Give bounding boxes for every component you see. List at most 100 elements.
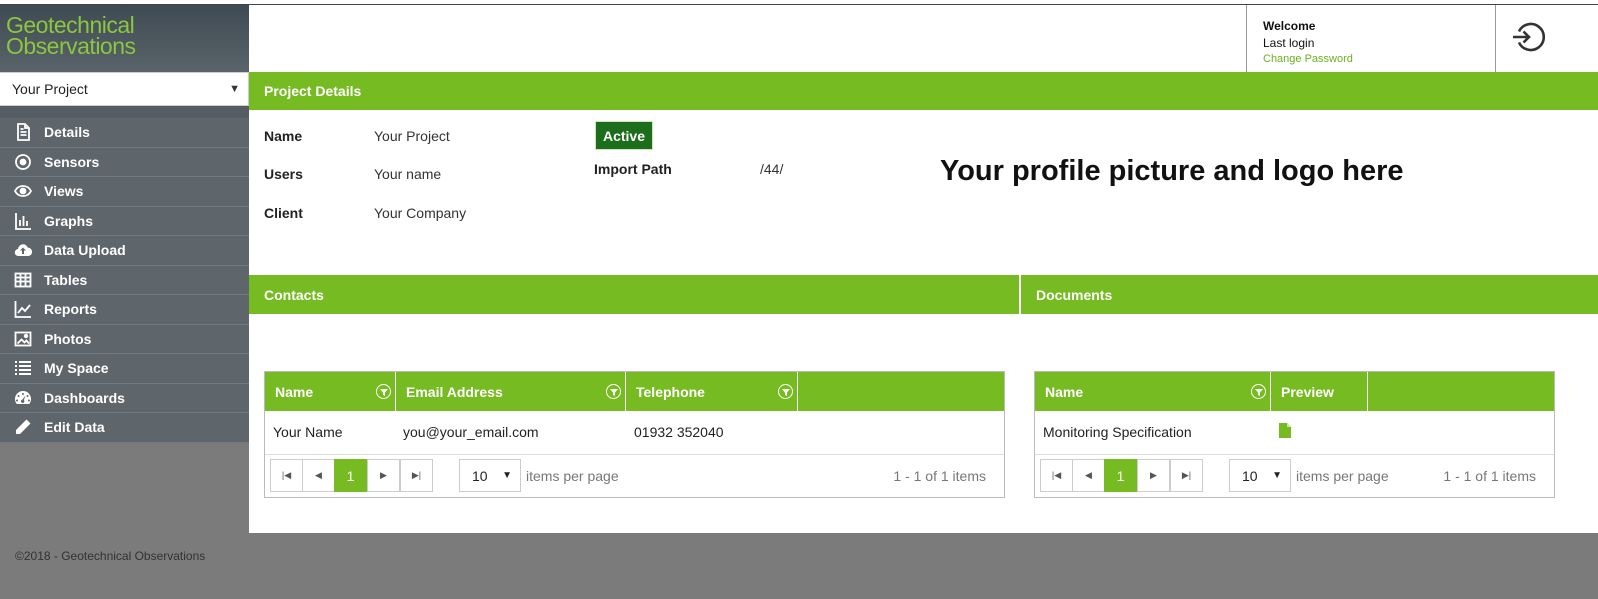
prev-page-button[interactable]: ◀ (302, 459, 335, 492)
prev-page-button[interactable]: ◀ (1072, 459, 1105, 492)
column-header-label: Email Address (406, 383, 503, 400)
name-label: Name (264, 128, 303, 144)
sidebar-item-label: Edit Data (44, 419, 105, 436)
users-value: Your name (374, 166, 442, 182)
contact-name: Your Name (273, 424, 343, 440)
user-info-box: Welcome Last login Change Password (1246, 5, 1496, 72)
sidebar: Geotechnical Observations Your Project ▼… (0, 5, 249, 599)
line-chart-icon (14, 300, 36, 319)
first-page-button[interactable]: |◀ (1040, 459, 1073, 492)
column-header-label: Name (275, 383, 314, 400)
pager-info: 1 - 1 of 1 items (893, 468, 986, 484)
contacts-grid: Name Email Address Telephone Your Name y… (264, 371, 1005, 498)
client-label: Client (264, 205, 303, 221)
chevron-down-icon: ▼ (229, 83, 240, 95)
sidebar-item-edit-data[interactable]: Edit Data (0, 413, 249, 443)
column-header-name[interactable]: Name (1035, 372, 1271, 411)
filter-icon[interactable] (1251, 384, 1266, 399)
sidebar-item-my-space[interactable]: My Space (0, 354, 249, 384)
page-size-select[interactable]: 10 ▼ (1229, 459, 1291, 492)
status-badge: Active (595, 121, 653, 150)
bar-chart-icon (14, 212, 36, 230)
sidebar-item-views[interactable]: Views (0, 177, 249, 207)
documents-grid: Name Preview Monitoring Specification |◀… (1034, 371, 1555, 498)
page-size-select[interactable]: 10 ▼ (459, 459, 521, 492)
next-page-button[interactable]: ▶ (1137, 459, 1170, 492)
file-icon[interactable] (1279, 423, 1291, 438)
last-page-button[interactable]: ▶| (1170, 459, 1203, 492)
page-size-value: 10 (472, 467, 488, 484)
items-per-page-label: items per page (1296, 468, 1389, 484)
sidebar-item-reports[interactable]: Reports (0, 295, 249, 325)
contact-email: you@your_email.com (403, 424, 539, 440)
column-header-empty (798, 372, 1004, 411)
sign-in-icon[interactable] (1509, 19, 1546, 55)
project-details-header: Project Details (249, 72, 1598, 110)
contacts-pager: |◀ ◀ 1 ▶ ▶| 10 ▼ items per page 1 - 1 of… (265, 453, 1004, 497)
table-row[interactable]: Your Name you@your_email.com 01932 35204… (265, 411, 1004, 455)
document-icon (14, 123, 36, 142)
sidebar-item-photos[interactable]: Photos (0, 325, 249, 354)
column-header-preview[interactable]: Preview (1271, 372, 1368, 411)
chevron-down-icon: ▼ (502, 470, 512, 481)
import-path-label: Import Path (594, 161, 672, 177)
column-header-email[interactable]: Email Address (396, 372, 626, 411)
footer-band (249, 533, 1598, 599)
contacts-grid-header: Name Email Address Telephone (265, 372, 1004, 411)
table-row[interactable]: Monitoring Specification (1035, 411, 1554, 455)
sidebar-item-graphs[interactable]: Graphs (0, 207, 249, 236)
list-icon (14, 359, 36, 377)
sidebar-item-label: Sensors (44, 153, 100, 170)
project-select[interactable]: Your Project ▼ (0, 72, 249, 106)
first-page-button[interactable]: |◀ (270, 459, 303, 492)
dashboard-icon (14, 389, 36, 407)
filter-icon[interactable] (606, 384, 621, 399)
page-button[interactable]: 1 (334, 459, 367, 492)
sidebar-item-details[interactable]: Details (0, 118, 249, 148)
change-password-link[interactable]: Change Password (1263, 53, 1495, 65)
sidebar-item-label: My Space (44, 360, 109, 377)
document-name: Monitoring Specification (1043, 424, 1192, 440)
last-login-text: Last login (1263, 36, 1315, 50)
column-header-empty (1368, 372, 1554, 411)
column-header-label: Preview (1281, 383, 1334, 400)
sidebar-item-label: Details (44, 124, 90, 141)
welcome-text: Welcome (1263, 19, 1316, 33)
sidebar-item-label: Tables (44, 271, 88, 288)
project-select-value: Your Project (12, 81, 88, 97)
import-path-value: /44/ (760, 161, 784, 177)
sidebar-item-label: Views (44, 183, 84, 200)
column-header-label: Telephone (636, 383, 705, 400)
column-header-name[interactable]: Name (265, 372, 396, 411)
table-icon (14, 271, 36, 289)
image-icon (14, 330, 36, 348)
filter-icon[interactable] (778, 384, 793, 399)
documents-header: Documents (1021, 275, 1598, 314)
sidebar-item-label: Data Upload (44, 242, 126, 259)
sidebar-item-dashboards[interactable]: Dashboards (0, 384, 249, 413)
name-value: Your Project (374, 128, 450, 144)
app-logo: Geotechnical Observations (0, 5, 249, 72)
logo-line-2: Observations (6, 33, 136, 59)
pencil-icon (14, 418, 36, 436)
sidebar-item-data-upload[interactable]: Data Upload (0, 236, 249, 266)
sidebar-item-label: Dashboards (44, 389, 125, 406)
top-header: Welcome Last login Change Password (249, 5, 1598, 72)
sidebar-item-sensors[interactable]: Sensors (0, 148, 249, 177)
last-page-button[interactable]: ▶| (400, 459, 433, 492)
documents-grid-header: Name Preview (1035, 372, 1554, 411)
next-page-button[interactable]: ▶ (367, 459, 400, 492)
users-label: Users (264, 166, 303, 182)
copyright-text: ©2018 - Geotechnical Observations (15, 549, 206, 563)
filter-icon[interactable] (376, 384, 391, 399)
contacts-header: Contacts (249, 275, 1019, 314)
page-button[interactable]: 1 (1104, 459, 1137, 492)
sidebar-item-label: Reports (44, 301, 97, 318)
column-header-telephone[interactable]: Telephone (626, 372, 798, 411)
items-per-page-label: items per page (526, 468, 619, 484)
chevron-down-icon: ▼ (1272, 470, 1282, 481)
page-size-value: 10 (1242, 467, 1258, 484)
sidebar-nav: Details Sensors Views Graphs Data Upload… (0, 118, 249, 443)
column-header-label: Name (1045, 383, 1084, 400)
sidebar-item-tables[interactable]: Tables (0, 266, 249, 295)
